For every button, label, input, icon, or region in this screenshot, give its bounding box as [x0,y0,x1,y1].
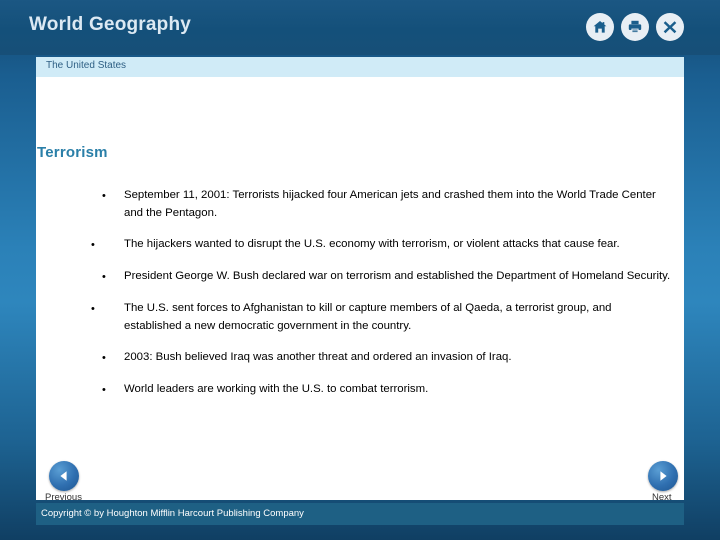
copyright-bar: Copyright © by Houghton Mifflin Harcourt… [36,503,684,525]
home-icon[interactable] [586,13,614,41]
copyright-text: Copyright © by Houghton Mifflin Harcourt… [41,508,304,519]
list-item-text: 2003: Bush believed Iraq was another thr… [124,351,512,363]
list-item-text: President George W. Bush declared war on… [124,270,671,282]
bullet-marker: • [91,303,95,315]
bullet-marker: • [102,352,106,364]
list-item: • President George W. Bush declared war … [88,268,672,286]
list-item: • 2003: Bush believed Iraq was another t… [88,349,672,367]
next-button[interactable] [648,461,678,491]
bullet-marker: • [102,384,106,396]
list-item-text: World leaders are working with the U.S. … [124,383,429,395]
section-heading: Terrorism [37,144,108,161]
list-item: • September 11, 2001: Terrorists hijacke… [88,187,672,222]
header-bar: World Geography [0,0,720,55]
list-item: • The U.S. sent forces to Afghanistan to… [88,300,672,335]
bullet-marker: • [102,271,106,283]
bullet-marker: • [102,190,106,202]
previous-label: Previous [45,492,82,503]
print-icon[interactable] [621,13,649,41]
subtitle-bar: The United States [36,57,684,77]
bullet-marker: • [91,239,95,251]
header-icon-group [586,13,684,41]
subtitle-text: The United States [46,60,127,71]
arrow-right-icon [660,471,667,481]
page-title: World Geography [29,14,192,35]
bullet-list: • September 11, 2001: Terrorists hijacke… [88,187,672,413]
list-item: • The hijackers wanted to disrupt the U.… [88,236,672,254]
list-item: • World leaders are working with the U.S… [88,381,672,399]
content-panel: The United States Terrorism • September … [36,57,684,500]
list-item-text: The U.S. sent forces to Afghanistan to k… [124,302,612,332]
close-icon[interactable] [656,13,684,41]
next-label: Next [652,492,672,503]
slide-root: World Geography The United States Terror… [0,0,720,540]
list-item-text: The hijackers wanted to disrupt the U.S.… [124,238,620,250]
list-item-text: September 11, 2001: Terrorists hijacked … [124,189,656,219]
arrow-left-icon [60,471,67,481]
previous-button[interactable] [49,461,79,491]
